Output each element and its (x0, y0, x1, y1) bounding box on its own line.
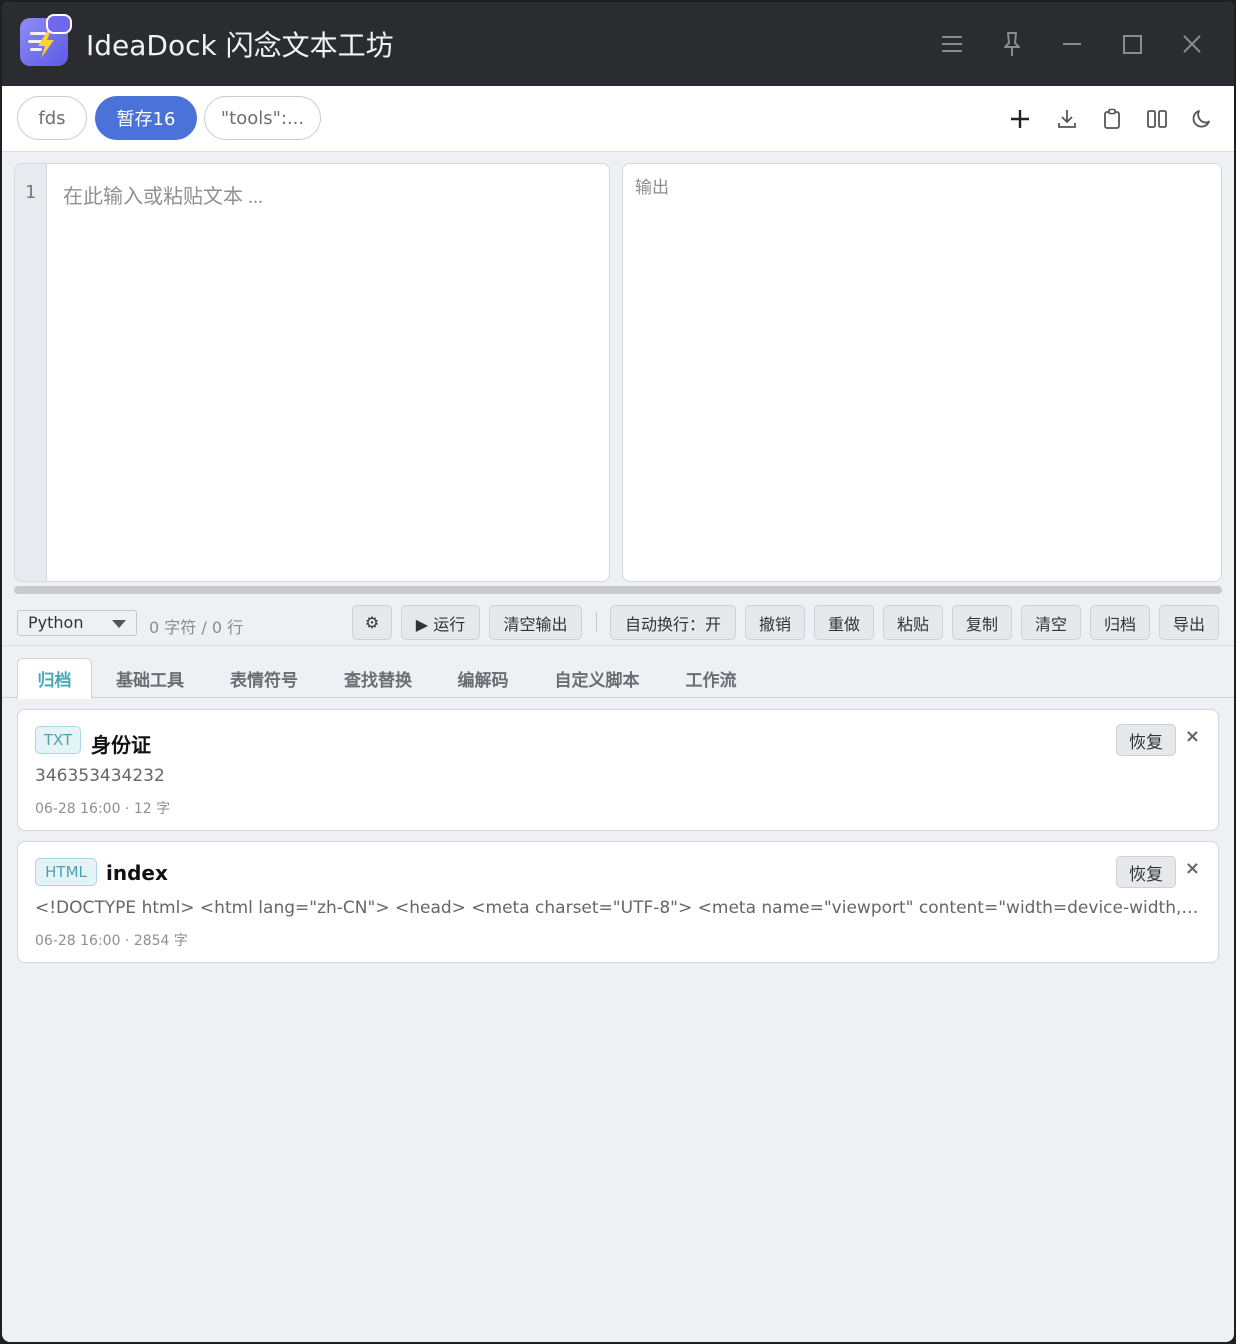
plug-icon (46, 14, 72, 34)
output-pane[interactable]: 输出 (622, 163, 1222, 582)
panel-tabs: 归档 基础工具 表情符号 查找替换 编解码 自定义脚本 工作流 (2, 656, 1234, 699)
card-title: index (106, 861, 168, 885)
run-button[interactable]: ▶ 运行 (401, 605, 480, 640)
clipboard-icon[interactable] (1099, 106, 1125, 132)
archive-card[interactable]: HTML index <!DOCTYPE html> <html lang="z… (17, 841, 1219, 963)
close-icon[interactable]: × (1185, 726, 1200, 747)
line-number: 1 (25, 182, 36, 203)
horizontal-scrollbar[interactable] (14, 586, 1222, 594)
gear-icon: ⚙ (364, 613, 380, 632)
dark-mode-moon-icon[interactable] (1189, 106, 1215, 132)
card-title: 身份证 (91, 733, 151, 757)
line-gutter: 1 (15, 164, 47, 581)
app-logo-icon (20, 14, 72, 66)
output-placeholder: 输出 (635, 178, 669, 198)
type-badge: TXT (35, 726, 81, 754)
undo-button[interactable]: 撤销 (745, 605, 805, 640)
app-title: IdeaDock 闪念文本工坊 (86, 29, 394, 62)
tab-emoji[interactable]: 表情符号 (214, 658, 314, 699)
tab-workflow[interactable]: 工作流 (670, 658, 752, 699)
tab-archive[interactable]: 归档 (17, 658, 92, 699)
type-badge: HTML (35, 858, 97, 886)
minimize-icon[interactable] (1056, 28, 1088, 60)
copy-button[interactable]: 复制 (952, 605, 1012, 640)
tab-encode-decode[interactable]: 编解码 (442, 658, 524, 699)
new-doc-plus-icon[interactable] (1007, 106, 1033, 132)
chevron-down-icon (112, 620, 126, 628)
toolbar-divider (596, 612, 597, 632)
restore-button[interactable]: 恢复 (1116, 856, 1176, 888)
document-tab-bar: fds 暂存16 "tools":... (2, 86, 1234, 152)
close-window-icon[interactable] (1176, 28, 1208, 60)
split-view-icon[interactable] (1144, 106, 1170, 132)
language-value: Python (28, 613, 84, 632)
doc-tab-fds[interactable]: fds (17, 96, 87, 140)
word-wrap-toggle[interactable]: 自动换行：开 (610, 605, 736, 640)
close-icon[interactable]: × (1185, 858, 1200, 879)
export-button[interactable]: 导出 (1159, 605, 1219, 640)
archive-button[interactable]: 归档 (1090, 605, 1150, 640)
clear-button[interactable]: 清空 (1021, 605, 1081, 640)
input-editor: 1 (14, 163, 610, 582)
tab-basic-tools[interactable]: 基础工具 (100, 658, 200, 699)
input-textarea[interactable] (47, 164, 609, 581)
language-select[interactable]: Python (17, 610, 137, 636)
card-content: 346353434232 (35, 766, 165, 786)
paste-button[interactable]: 粘贴 (883, 605, 943, 640)
tab-find-replace[interactable]: 查找替换 (328, 658, 428, 699)
card-meta: 06-28 16:00 · 12 字 (35, 801, 171, 817)
action-toolbar: Python 0 字符 / 0 行 ⚙ ▶ 运行 清空输出 自动换行：开 撤销 … (2, 602, 1234, 646)
settings-gear-button[interactable]: ⚙ (352, 605, 392, 640)
redo-button[interactable]: 重做 (814, 605, 874, 640)
doc-tab-tools[interactable]: "tools":... (204, 96, 321, 140)
pin-icon[interactable] (996, 28, 1028, 60)
card-meta: 06-28 16:00 · 2854 字 (35, 933, 188, 949)
restore-button[interactable]: 恢复 (1116, 724, 1176, 756)
archive-card[interactable]: TXT 身份证 346353434232 06-28 16:00 · 12 字 … (17, 709, 1219, 831)
clear-output-button[interactable]: 清空输出 (489, 605, 582, 640)
maximize-icon[interactable] (1116, 28, 1148, 60)
menu-icon[interactable] (936, 28, 968, 60)
char-line-counter: 0 字符 / 0 行 (149, 618, 244, 637)
app-window: IdeaDock 闪念文本工坊 fds 暂存16 "tools":... 1 在… (2, 2, 1234, 1342)
card-content: <!DOCTYPE html> <html lang="zh-CN"> <hea… (35, 898, 1200, 918)
title-bar[interactable]: IdeaDock 闪念文本工坊 (2, 2, 1234, 86)
doc-tab-temp16[interactable]: 暂存16 (95, 96, 197, 140)
download-icon[interactable] (1054, 106, 1080, 132)
tab-custom-script[interactable]: 自定义脚本 (538, 658, 656, 699)
